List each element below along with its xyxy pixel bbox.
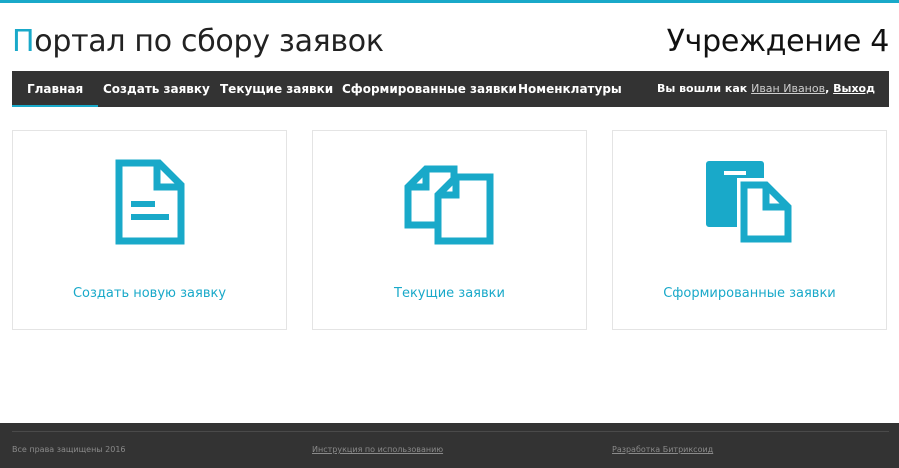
main-navbar: Главная Создать заявку Текущие заявки Сф… bbox=[11, 71, 889, 107]
organization-name: Учреждение 4 bbox=[666, 24, 890, 59]
nav-item-nomenclatures[interactable]: Номенклатуры bbox=[518, 71, 622, 107]
user-info: Вы вошли как Иван Иванов, Выход bbox=[657, 71, 875, 107]
nav-item-current-requests[interactable]: Текущие заявки bbox=[220, 71, 333, 107]
user-name-link[interactable]: Иван Иванов bbox=[751, 82, 825, 95]
site-title-first-letter: П bbox=[12, 24, 35, 59]
user-separator: , bbox=[825, 82, 830, 95]
documents-copy-icon bbox=[404, 159, 496, 249]
site-title-rest: ортал по сбору заявок bbox=[34, 24, 384, 59]
card-current-requests[interactable]: Текущие заявки bbox=[312, 130, 587, 330]
site-title: Портал по сбору заявок bbox=[12, 22, 384, 62]
nav-item-formed-requests[interactable]: Сформированные заявки bbox=[342, 71, 517, 107]
footer-divider bbox=[12, 431, 889, 432]
user-prefix: Вы вошли как bbox=[656, 82, 748, 95]
nav-item-create-request[interactable]: Создать заявку bbox=[103, 71, 210, 107]
logout-link[interactable]: Выход bbox=[833, 82, 875, 95]
card-create-request[interactable]: Создать новую заявку bbox=[12, 130, 287, 330]
footer: Все права защищены 2016 Инструкция по ис… bbox=[0, 423, 899, 468]
card-formed-requests[interactable]: Сформированные заявки bbox=[612, 130, 887, 330]
card-label: Сформированные заявки bbox=[663, 286, 836, 301]
footer-developer-link[interactable]: Разработка Битриксоид bbox=[612, 445, 713, 454]
footer-copyright: Все права защищены 2016 bbox=[12, 445, 126, 454]
document-icon bbox=[115, 159, 185, 249]
footer-instructions-link[interactable]: Инструкция по использованию bbox=[312, 445, 443, 454]
top-accent-line bbox=[0, 0, 899, 3]
page: Портал по сбору заявок Учреждение 4 Глав… bbox=[0, 0, 899, 468]
clipboard-document-icon bbox=[704, 159, 796, 249]
card-label: Создать новую заявку bbox=[72, 286, 227, 301]
card-label: Текущие заявки bbox=[394, 286, 505, 301]
nav-item-home[interactable]: Главная bbox=[11, 71, 99, 107]
